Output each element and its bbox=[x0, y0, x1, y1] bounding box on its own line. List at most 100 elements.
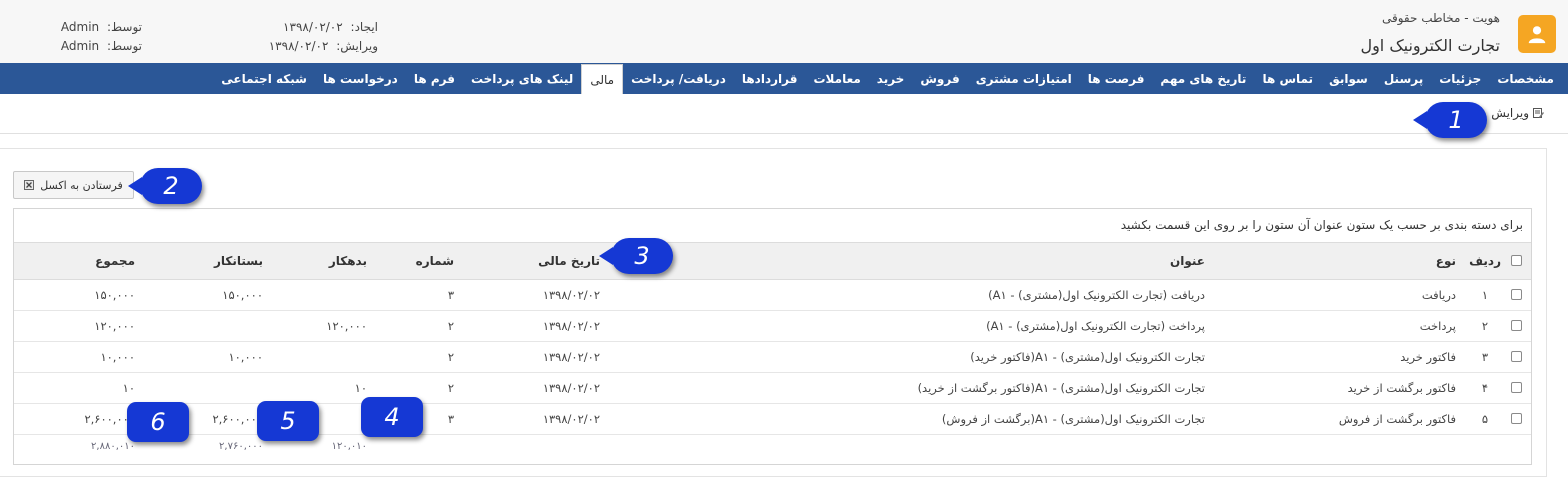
edit-icon bbox=[1533, 108, 1544, 118]
tab-contracts[interactable]: قراردادها bbox=[734, 63, 806, 94]
row-number: ۳ bbox=[447, 288, 454, 302]
edit-toolbar: ویرایش bbox=[0, 94, 1568, 134]
tab-sales[interactable]: فروش bbox=[912, 63, 967, 94]
entity-title: تجارت الکترونیک اول bbox=[1360, 36, 1500, 55]
edited-label: ویرایش: bbox=[336, 39, 378, 53]
table-row[interactable]: ۴ فاکتور برگشت از خرید تجارت الکترونیک ا… bbox=[14, 373, 1531, 404]
table-row[interactable]: ۵ فاکتور برگشت از فروش تجارت الکترونیک ا… bbox=[14, 404, 1531, 435]
row-index: ۱ bbox=[1481, 288, 1488, 302]
row-debit: ۱۲۰,۰۰۰ bbox=[326, 319, 367, 333]
edit-button[interactable]: ویرایش bbox=[1491, 106, 1544, 120]
row-index: ۵ bbox=[1481, 412, 1488, 426]
row-checkbox[interactable] bbox=[1511, 413, 1522, 424]
tab-personnel[interactable]: پرسنل bbox=[1376, 63, 1431, 94]
contact-logo bbox=[1518, 15, 1556, 53]
row-type: فاکتور برگشت از فروش bbox=[1338, 412, 1456, 426]
row-checkbox[interactable] bbox=[1511, 289, 1522, 300]
col-title[interactable]: عنوان bbox=[1170, 254, 1205, 268]
row-number: ۲ bbox=[447, 350, 454, 364]
tab-forms[interactable]: فرم ها bbox=[406, 63, 463, 94]
created-meta: ایجاد: ۱۳۹۸/۰۲/۰۲ bbox=[283, 20, 378, 34]
row-type: فاکتور خرید bbox=[1400, 350, 1456, 364]
row-debit: ۱۰ bbox=[354, 381, 367, 395]
user-icon bbox=[1528, 26, 1546, 44]
row-date: ۱۳۹۸/۰۲/۰۲ bbox=[542, 350, 600, 364]
row-type: پرداخت bbox=[1419, 319, 1456, 333]
row-checkbox[interactable] bbox=[1511, 320, 1522, 331]
total-debit: ۱۲۰,۰۱۰ bbox=[331, 441, 367, 452]
edited-by-label: توسط: bbox=[106, 39, 142, 53]
tab-opportunities[interactable]: فرصت ها bbox=[1080, 63, 1153, 94]
tab-customer-points[interactable]: امتیازات مشتری bbox=[968, 63, 1080, 94]
row-index: ۴ bbox=[1481, 381, 1488, 395]
tab-payment-links[interactable]: لینک های پرداخت bbox=[463, 63, 581, 94]
tab-social-network[interactable]: شبکه اجتماعی bbox=[213, 63, 315, 94]
row-checkbox[interactable] bbox=[1511, 351, 1522, 362]
tab-receipt-payment[interactable]: دریافت/ پرداخت bbox=[623, 63, 734, 94]
tab-financial[interactable]: مالی bbox=[581, 64, 624, 94]
col-number[interactable]: شماره bbox=[416, 254, 454, 268]
row-date: ۱۳۹۸/۰۲/۰۲ bbox=[542, 288, 600, 302]
created-date: ۱۳۹۸/۰۲/۰۲ bbox=[283, 20, 343, 34]
row-title: دریافت (تجارت الکترونیک اول(مشتری) - A۱) bbox=[988, 288, 1205, 302]
created-by-label: توسط: bbox=[106, 20, 142, 34]
tab-important-dates[interactable]: تاریخ های مهم bbox=[1152, 63, 1254, 94]
page-header: هویت - مخاطب حقوقی تجارت الکترونیک اول ا… bbox=[0, 0, 1568, 63]
callout-2: 2 bbox=[128, 168, 202, 204]
row-index: ۳ bbox=[1481, 350, 1488, 364]
created-by-meta: توسط: Admin bbox=[61, 20, 142, 34]
row-credit: ۱۵۰,۰۰۰ bbox=[222, 288, 263, 302]
tab-details[interactable]: مشخصات bbox=[1489, 63, 1562, 94]
row-title: پرداخت (تجارت الکترونیک اول(مشتری) - A۱) bbox=[986, 319, 1205, 333]
tab-contacts[interactable]: تماس ها bbox=[1254, 63, 1321, 94]
callout-1: 1 bbox=[1413, 102, 1487, 138]
row-checkbox[interactable] bbox=[1511, 382, 1522, 393]
col-row[interactable]: ردیف bbox=[1469, 254, 1501, 268]
entity-subtitle: هویت - مخاطب حقوقی bbox=[1381, 11, 1500, 25]
excel-icon bbox=[24, 180, 35, 190]
col-total[interactable]: مجموع bbox=[95, 254, 135, 268]
edited-meta: ویرایش: ۱۳۹۸/۰۲/۰۲ bbox=[269, 39, 378, 53]
row-type: فاکتور برگشت از خرید bbox=[1347, 381, 1456, 395]
table-row[interactable]: ۳ فاکتور خرید تجارت الکترونیک اول(مشتری)… bbox=[14, 342, 1531, 373]
col-type[interactable]: نوع bbox=[1436, 254, 1456, 268]
main-tabs: مشخصات جزئیات پرسنل سوابق تماس ها تاریخ … bbox=[0, 63, 1568, 94]
created-by-user: Admin bbox=[60, 20, 100, 34]
col-debit[interactable]: بدهکار bbox=[329, 254, 367, 268]
edited-by-meta: توسط: Admin bbox=[61, 39, 142, 53]
edited-date: ۱۳۹۸/۰۲/۰۲ bbox=[268, 39, 329, 53]
row-total: ۱۰ bbox=[122, 381, 135, 395]
col-credit[interactable]: بستانکار bbox=[214, 254, 263, 268]
grid-totals-row: ۱۲۰,۰۱۰ ۲,۷۶۰,۰۰۰ ۲,۸۸۰,۰۱۰ bbox=[14, 436, 1531, 464]
edited-by-user: Admin bbox=[60, 39, 100, 53]
row-total: ۱۰,۰۰۰ bbox=[100, 350, 135, 364]
tab-transactions[interactable]: معاملات bbox=[805, 63, 868, 94]
row-number: ۲ bbox=[447, 381, 454, 395]
col-date[interactable]: تاریخ مالی bbox=[538, 254, 600, 268]
callout-5: 5 bbox=[257, 401, 319, 441]
group-drop-area[interactable]: برای دسته بندی بر حسب یک ستون عنوان آن س… bbox=[1121, 218, 1523, 232]
grid-header: ردیف نوع عنوان تاریخ مالی شماره بدهکار ب… bbox=[14, 242, 1531, 280]
row-number: ۲ bbox=[447, 319, 454, 333]
row-credit: ۲,۶۰۰,۰۰۰ bbox=[212, 412, 263, 426]
total-credit: ۲,۷۶۰,۰۰۰ bbox=[219, 441, 263, 452]
row-date: ۱۳۹۸/۰۲/۰۲ bbox=[542, 319, 600, 333]
table-row[interactable]: ۱ دریافت دریافت (تجارت الکترونیک اول(مشت… bbox=[14, 280, 1531, 311]
created-label: ایجاد: bbox=[350, 20, 378, 34]
select-all-checkbox[interactable] bbox=[1511, 255, 1522, 266]
tab-particulars[interactable]: جزئیات bbox=[1431, 63, 1489, 94]
callout-6: 6 bbox=[127, 402, 189, 442]
tab-history[interactable]: سوابق bbox=[1321, 63, 1376, 94]
row-date: ۱۳۹۸/۰۲/۰۲ bbox=[542, 412, 600, 426]
table-row[interactable]: ۲ پرداخت پرداخت (تجارت الکترونیک اول(مشت… bbox=[14, 311, 1531, 342]
export-excel-button[interactable]: فرستادن به اکسل bbox=[13, 171, 134, 199]
export-excel-label: فرستادن به اکسل bbox=[40, 178, 123, 192]
tab-requests[interactable]: درخواست ها bbox=[315, 63, 406, 94]
row-credit: ۱۰,۰۰۰ bbox=[228, 350, 263, 364]
financial-grid: برای دسته بندی بر حسب یک ستون عنوان آن س… bbox=[13, 208, 1532, 465]
row-total: ۱۲۰,۰۰۰ bbox=[94, 319, 135, 333]
row-index: ۲ bbox=[1481, 319, 1488, 333]
tab-purchases[interactable]: خرید bbox=[869, 63, 913, 94]
row-date: ۱۳۹۸/۰۲/۰۲ bbox=[542, 381, 600, 395]
row-title: تجارت الکترونیک اول(مشتری) - A۱(فاکتور خ… bbox=[970, 350, 1205, 364]
